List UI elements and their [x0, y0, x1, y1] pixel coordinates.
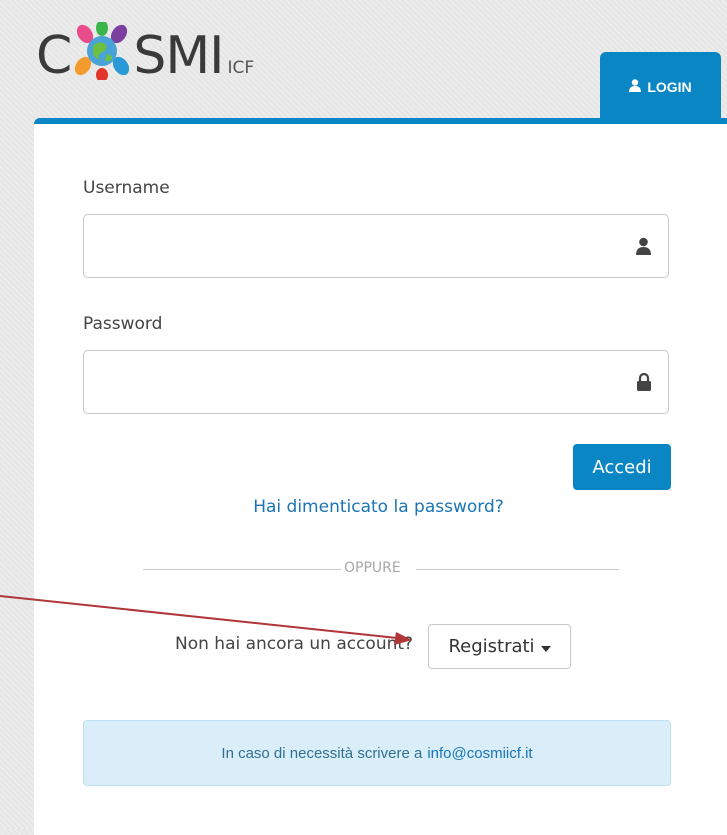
- registrati-label: Registrati: [448, 636, 535, 657]
- caret-down-icon: [540, 636, 551, 657]
- cosmi-icf-logo: C SMI ICF: [36, 12, 254, 82]
- username-input[interactable]: [94, 215, 618, 277]
- user-icon: [629, 79, 642, 95]
- accedi-button[interactable]: Accedi: [573, 444, 671, 490]
- password-label: Password: [83, 314, 163, 334]
- password-input[interactable]: [94, 351, 618, 413]
- logo-suffix: ICF: [227, 58, 255, 78]
- info-text: In caso di necessità scrivere a: [221, 744, 423, 762]
- divider-right: [416, 569, 619, 570]
- forgot-password-link[interactable]: Hai dimenticato la password?: [0, 497, 727, 517]
- registrati-dropdown-button[interactable]: Registrati: [428, 624, 571, 669]
- lock-icon: [637, 372, 651, 395]
- no-account-prompt: Non hai ancora un account?: [175, 634, 414, 654]
- tab-login[interactable]: LOGIN: [600, 52, 721, 122]
- info-alert: In caso di necessità scrivere a info@cos…: [83, 720, 671, 786]
- divider-left: [143, 569, 341, 570]
- logo-text-right: SMI: [133, 26, 224, 86]
- separator-label: OPPURE: [344, 560, 401, 576]
- username-field-box: [83, 214, 669, 278]
- info-email-link[interactable]: info@cosmiicf.it: [427, 745, 532, 762]
- logo-text-left: C: [36, 26, 72, 86]
- user-icon: [636, 237, 651, 259]
- password-field-box: [83, 350, 669, 414]
- tab-login-label: LOGIN: [647, 79, 692, 95]
- globe-hands-icon: [73, 20, 131, 82]
- username-label: Username: [83, 178, 170, 198]
